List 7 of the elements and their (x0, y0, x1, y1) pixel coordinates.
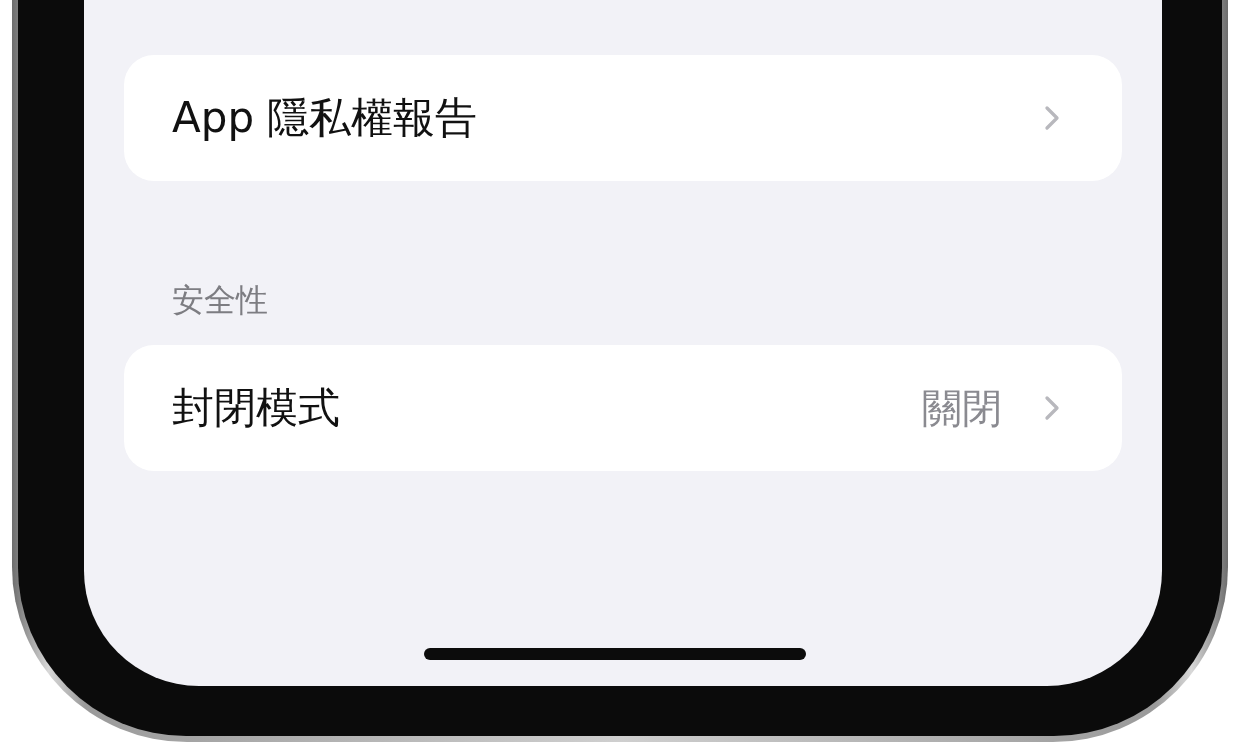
row-value: 關閉 (922, 383, 1002, 433)
row-label: App 隱私權報告 (172, 92, 479, 144)
settings-row[interactable]: App 隱私權報告 (124, 55, 1122, 181)
row-label: 封閉模式 (172, 382, 341, 434)
section-header: 安全性 (172, 280, 269, 321)
home-indicator[interactable] (424, 648, 806, 660)
settings-row[interactable]: 封閉模式 關閉 (124, 345, 1122, 471)
